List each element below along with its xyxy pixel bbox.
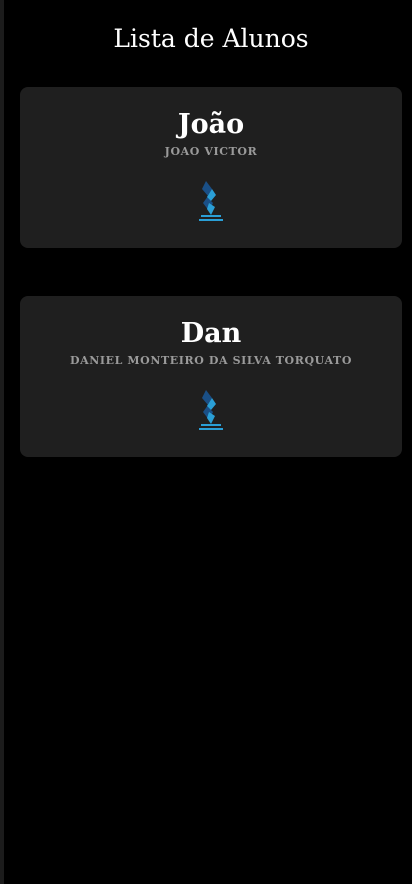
student-card[interactable]: João JOAO VICTOR [20, 87, 402, 248]
page-title: Lista de Alunos [113, 24, 309, 53]
student-name: João [177, 109, 245, 140]
student-full-name: DANIEL MONTEIRO DA SILVA TORQUATO [69, 354, 353, 367]
student-card[interactable]: Dan DANIEL MONTEIRO DA SILVA TORQUATO [20, 296, 402, 457]
window-edge [0, 0, 4, 884]
student-logo-icon [197, 179, 225, 225]
student-name: Dan [180, 318, 242, 349]
student-logo-icon [197, 388, 225, 434]
student-full-name: JOAO VICTOR [164, 145, 258, 158]
